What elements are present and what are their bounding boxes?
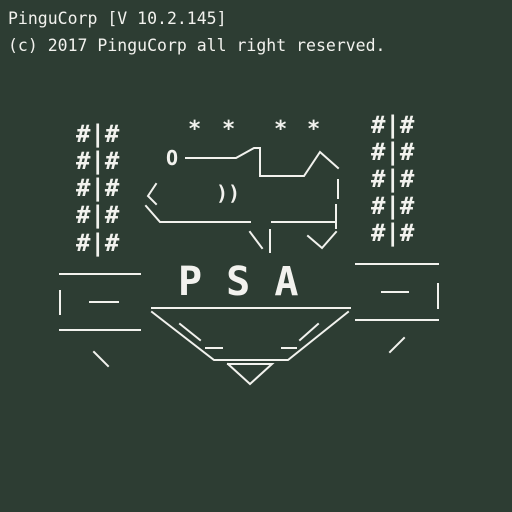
svg-text:*: * [188, 117, 201, 142]
stars-decoration: * * * * [188, 117, 320, 142]
svg-text:*: * [307, 117, 320, 142]
svg-text:#|#: #|# [76, 147, 120, 175]
svg-text:*: * [222, 117, 235, 142]
svg-text:): ) [216, 181, 228, 205]
svg-text:#|#: #|# [371, 138, 415, 166]
left-hash-column: #|# #|# #|# #|# #|# [76, 120, 120, 257]
svg-text:#|#: #|# [76, 174, 120, 202]
svg-text:): ) [228, 181, 240, 205]
left-box [59, 273, 141, 368]
creature-drawing: O ) ) [144, 146, 340, 253]
svg-text:#|#: #|# [76, 201, 120, 229]
svg-text:*: * [274, 117, 287, 142]
logo-text: P S A [178, 259, 298, 305]
svg-text:#|#: #|# [371, 192, 415, 220]
svg-text:O: O [166, 146, 178, 170]
svg-text:#|#: #|# [76, 120, 120, 148]
right-box [355, 263, 439, 354]
right-hash-column: #|# #|# #|# #|# #|# [371, 111, 415, 247]
bottom-funnel [150, 307, 351, 386]
svg-text:#|#: #|# [371, 219, 415, 247]
ascii-logo-art: * * * * #|# #|# #|# #|# #|# #|# #|# #|# … [59, 111, 439, 386]
svg-text:#|#: #|# [76, 229, 120, 257]
terminal-screen: PinguCorp [V 10.2.145] (c) 2017 PinguCor… [0, 0, 512, 512]
svg-text:#|#: #|# [371, 111, 415, 139]
svg-text:#|#: #|# [371, 165, 415, 193]
